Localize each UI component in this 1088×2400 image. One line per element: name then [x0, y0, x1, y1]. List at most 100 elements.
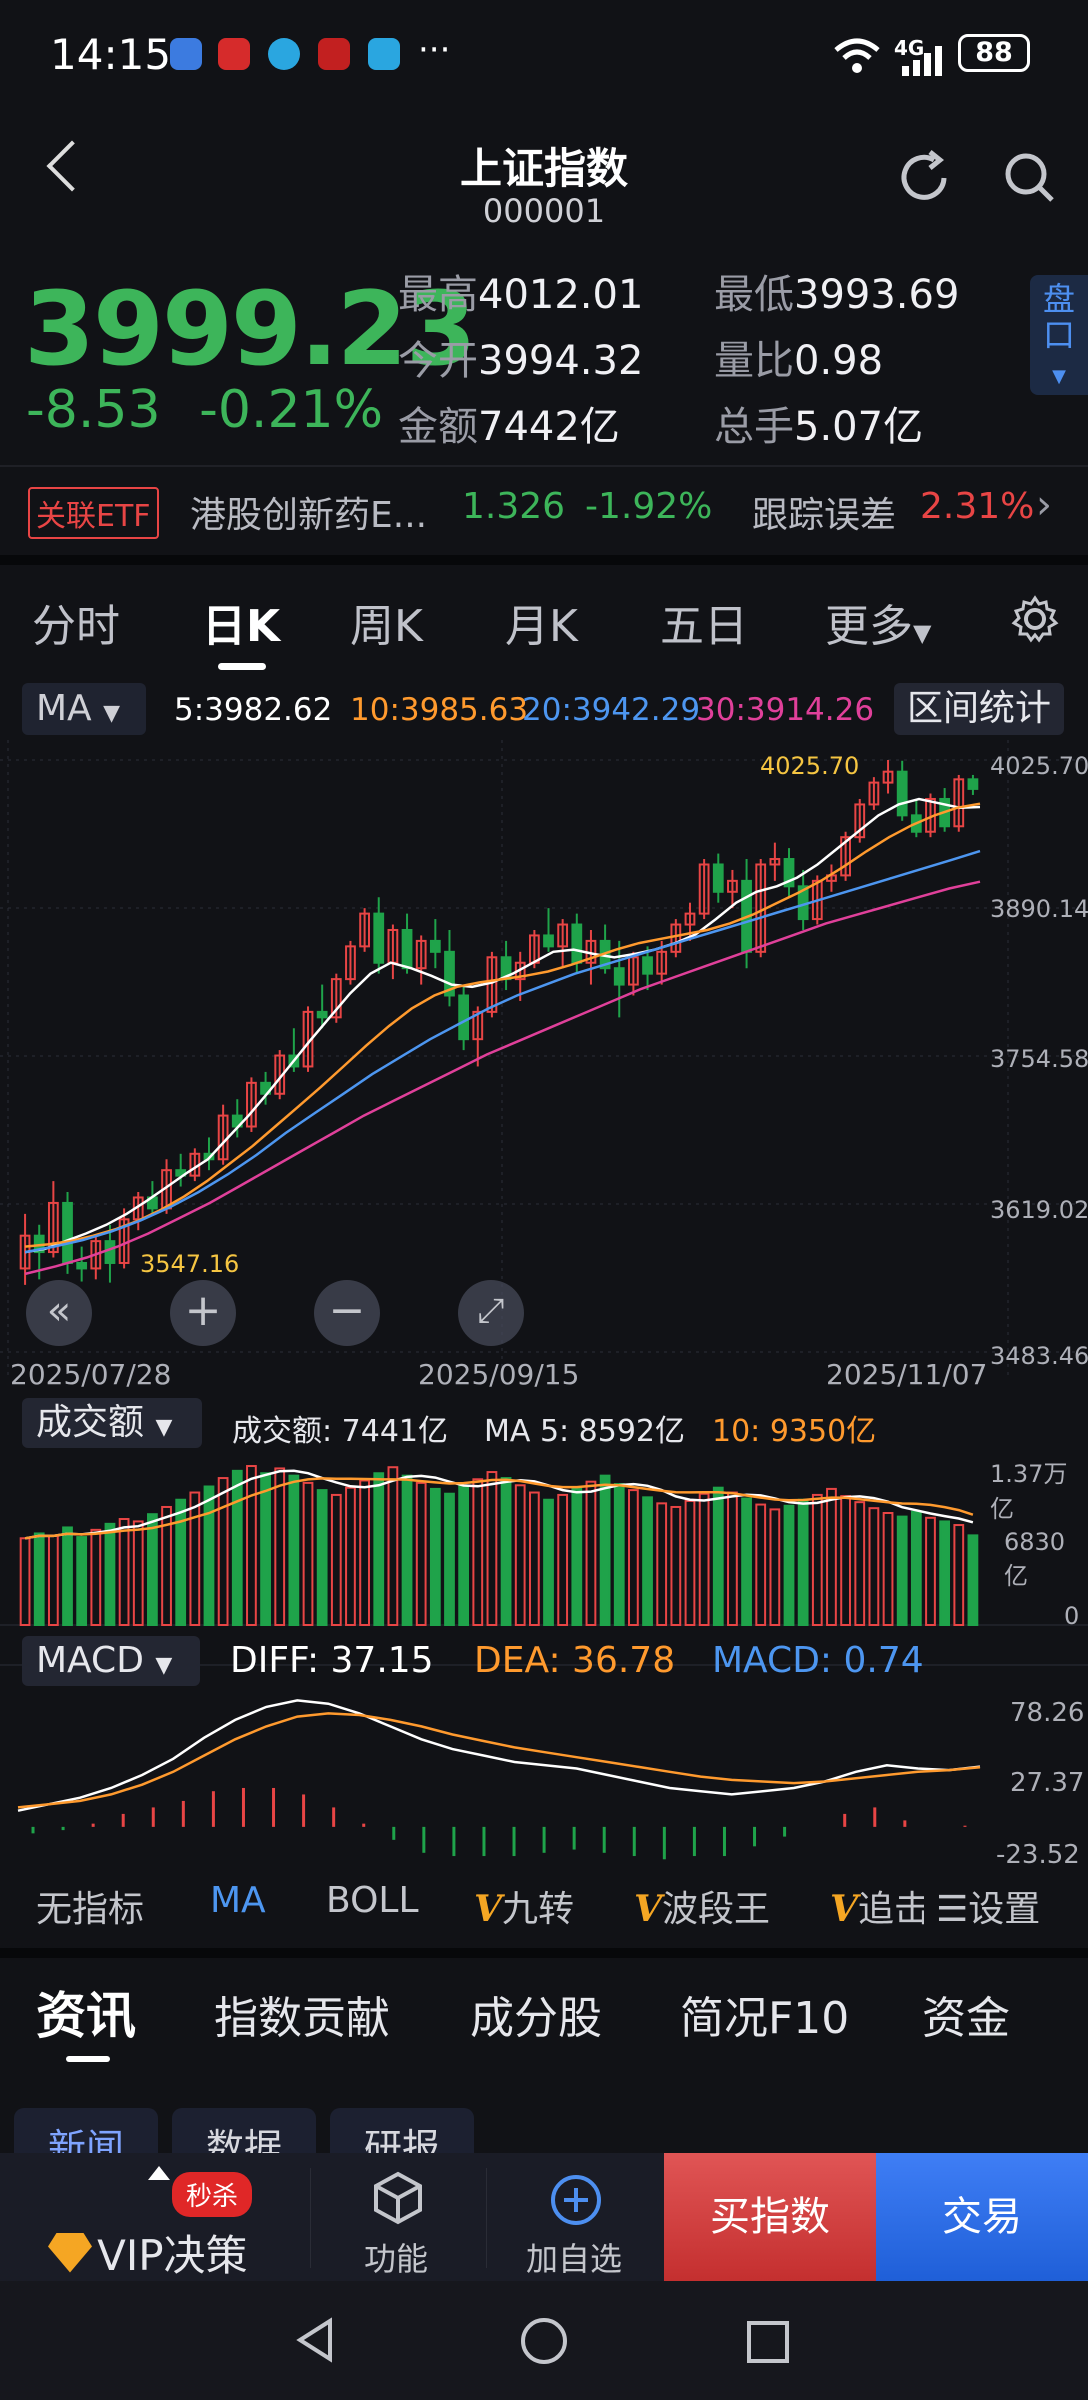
stat-ratio: 量比0.98	[714, 338, 884, 384]
refresh-icon[interactable]	[896, 148, 956, 208]
gear-icon[interactable]	[1010, 594, 1060, 644]
volume-bar	[557, 1493, 569, 1626]
tab-five-day[interactable]: 五日	[660, 590, 748, 654]
ma-selector[interactable]: MA ▼	[22, 683, 146, 735]
volume-bar	[543, 1498, 554, 1626]
candle	[429, 939, 441, 953]
app-icon-red2	[318, 38, 350, 70]
trade-button[interactable]: 交易	[876, 2153, 1088, 2281]
volume-bar	[175, 1498, 187, 1626]
tab-monthly-k[interactable]: 月K	[505, 590, 578, 654]
etf-tag: 关联ETF	[28, 487, 159, 539]
tab-f10[interactable]: 简况F10	[680, 1982, 849, 2046]
volume-bar	[19, 1537, 31, 1626]
volume-bar	[104, 1522, 116, 1626]
zoom-out-icon[interactable]: −	[314, 1280, 380, 1346]
candle	[373, 912, 385, 964]
volume-bar	[429, 1487, 441, 1626]
ma20-value: 20:3942.29	[522, 692, 701, 728]
tab-constituents[interactable]: 成分股	[470, 1982, 602, 2046]
battery-indicator: 88	[958, 34, 1030, 72]
ma5-value: 5:3982.62	[174, 692, 333, 728]
x-label-start: 2025/07/28	[10, 1358, 172, 1391]
nav-back-icon[interactable]	[290, 2315, 340, 2365]
volume-bar	[330, 1493, 342, 1626]
indicator-settings[interactable]: ☰设置	[936, 1880, 1040, 1932]
tab-intraday[interactable]: 分时	[32, 590, 120, 654]
volume-bar	[628, 1489, 639, 1627]
volume-bar	[486, 1471, 498, 1627]
tab-index-contribution[interactable]: 指数贡献	[214, 1982, 390, 2046]
stat-high: 最高4012.01	[398, 272, 644, 318]
y-tick-1: 3890.14	[990, 895, 1088, 923]
status-bar: 14:15 ··· 4G 88	[0, 0, 1088, 110]
volume-bar	[118, 1518, 130, 1626]
zoom-in-icon[interactable]: +	[170, 1280, 236, 1346]
tracking-label: 跟踪误差	[752, 495, 897, 536]
ind-zhuiji[interactable]: V追击	[830, 1880, 924, 1932]
max-annotation: 4025.70	[760, 752, 860, 780]
candle	[76, 1261, 88, 1270]
status-time: 14:15	[50, 30, 172, 79]
fullscreen-icon[interactable]: ⤢	[458, 1280, 524, 1346]
volume-bar	[727, 1491, 738, 1626]
etf-name: 港股创新药E...	[190, 495, 428, 536]
candle	[458, 994, 470, 1041]
stat-low: 最低3993.69	[714, 272, 960, 318]
volume-bar	[90, 1528, 102, 1626]
vip-button[interactable]: VIP决策	[48, 2222, 248, 2283]
search-icon[interactable]	[1000, 148, 1060, 208]
nav-home-icon[interactable]	[518, 2315, 570, 2367]
volume-bar	[656, 1502, 668, 1626]
nav-recents-icon[interactable]	[744, 2318, 792, 2366]
volume-ma5: MA 5: 8592亿	[484, 1414, 686, 1449]
section-divider	[0, 1948, 1088, 1958]
ind-boduanwang[interactable]: V波段王	[634, 1880, 770, 1932]
volume-bar	[500, 1477, 512, 1626]
volume-bar	[967, 1534, 979, 1627]
volume-bar	[373, 1472, 385, 1626]
volume-bar	[147, 1513, 158, 1626]
volume-bar	[203, 1485, 215, 1626]
caret-down-icon: ▼	[913, 619, 932, 647]
volume-bar	[783, 1504, 795, 1626]
tab-more[interactable]: 更多▼	[825, 590, 931, 654]
macd-dea-line	[17, 1712, 981, 1809]
tab-weekly-k[interactable]: 周K	[350, 590, 423, 654]
volume-bar	[189, 1491, 201, 1626]
range-stats-button[interactable]: 区间统计	[894, 683, 1064, 735]
arrow-up-icon	[148, 2166, 170, 2180]
buy-index-button[interactable]: 买指数	[664, 2153, 876, 2281]
stat-hands: 总手5.07亿	[714, 404, 924, 450]
change-percent: -0.21%	[199, 380, 384, 440]
caret-down-icon: ▼	[1052, 366, 1066, 387]
macd-selector[interactable]: MACD ▼	[22, 1636, 200, 1686]
ind-ma[interactable]: MA	[210, 1880, 266, 1921]
candle	[896, 770, 908, 817]
ma30-value: 30:3914.26	[696, 692, 875, 728]
ind-jiuzhuan[interactable]: V九转	[474, 1880, 574, 1932]
vip-badge: 秒杀	[172, 2172, 253, 2217]
kline-chart[interactable]	[0, 740, 1088, 1870]
browser-icon	[268, 38, 300, 70]
volume-bar	[755, 1503, 767, 1627]
x-label-mid: 2025/09/15	[418, 1358, 580, 1391]
tab-daily-k[interactable]: 日K	[202, 590, 280, 654]
diamond-icon	[48, 2232, 92, 2273]
macd-value: MACD: 0.74	[712, 1640, 924, 1681]
volume-bar	[910, 1510, 922, 1627]
function-button[interactable]: 功能	[364, 2234, 428, 2280]
volume-selector[interactable]: 成交额 ▼	[22, 1398, 202, 1448]
volume-bar	[571, 1487, 583, 1626]
y-tick-2: 3754.58	[990, 1045, 1088, 1073]
volume-bar	[811, 1493, 823, 1626]
x-label-end: 2025/11/07	[826, 1358, 988, 1391]
pankou-button[interactable]: 盘口 ▼	[1030, 275, 1088, 395]
tab-capital[interactable]: 资金	[922, 1982, 1010, 2046]
tab-news[interactable]: 资讯	[36, 1976, 136, 2048]
wifi-icon	[834, 38, 880, 73]
scroll-left-icon[interactable]: «	[26, 1280, 92, 1346]
ind-boll[interactable]: BOLL	[326, 1880, 419, 1921]
add-watchlist-button[interactable]: 加自选	[526, 2234, 622, 2280]
ind-none[interactable]: 无指标	[36, 1880, 144, 1932]
